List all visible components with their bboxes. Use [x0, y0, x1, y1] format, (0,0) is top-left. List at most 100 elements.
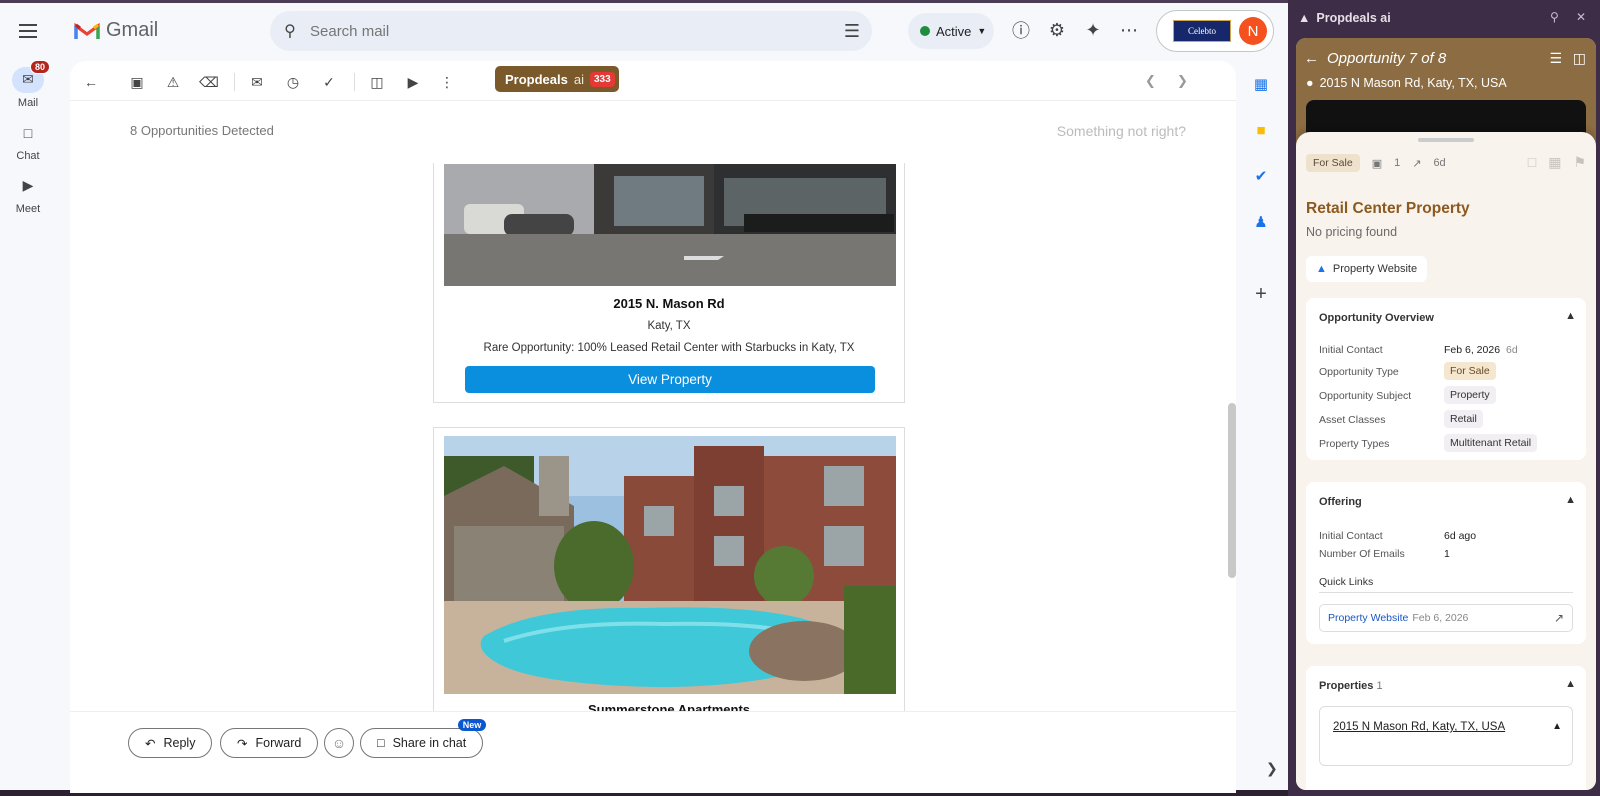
back-arrow-icon[interactable]: ←: [1304, 50, 1319, 67]
email-count: 1: [1394, 157, 1401, 169]
toolbar-divider: [234, 73, 235, 91]
propdeals-count-badge: 333: [589, 71, 615, 87]
settings-gear-icon[interactable]: ⚙: [1046, 19, 1068, 41]
opportunity-counter: Opportunity 7 of 8: [1327, 50, 1447, 67]
email-body: 2015 N. Mason Rd Katy, TX Rare Opportuni…: [70, 163, 1210, 723]
status-selector[interactable]: Active ▼: [908, 13, 994, 49]
bookmark-icon[interactable]: ⚑: [1573, 154, 1586, 171]
note-icon[interactable]: □: [1528, 154, 1536, 171]
calendar-add-icon[interactable]: ▦: [1548, 154, 1561, 171]
mark-unread-icon[interactable]: ✉: [248, 73, 266, 91]
view-property-button[interactable]: View Property: [465, 366, 875, 393]
pin-icon[interactable]: ⚲: [1550, 10, 1559, 24]
gmail-window: Gmail ⚲ ☰ Active ▼ ⓘ ⚙ ✦ ⋯ Celebto N ✉80…: [0, 0, 1288, 793]
reply-label: Reply: [163, 736, 196, 750]
chevron-down-icon: ▼: [977, 26, 987, 36]
newer-chevron-icon[interactable]: ❮: [1145, 73, 1156, 89]
chevron-up-icon[interactable]: ▲: [1565, 494, 1576, 506]
field-label: Initial Contact: [1319, 344, 1383, 356]
property-photo: [444, 164, 896, 286]
property-address-link[interactable]: 2015 N Mason Rd, Katy, TX, USA: [1333, 721, 1505, 733]
opportunity-address: ● 2015 N Mason Rd, Katy, TX, USA: [1306, 76, 1507, 90]
list-icon[interactable]: ☰: [1549, 50, 1562, 67]
panel-body: ← Opportunity 7 of 8 ☰ ◫ ● 2015 N Mason …: [1296, 38, 1596, 790]
close-icon[interactable]: ✕: [1576, 10, 1586, 24]
share-in-chat-button[interactable]: □ Share in chat New: [360, 719, 487, 758]
scrollbar-thumb[interactable]: [1228, 403, 1236, 578]
archive-icon[interactable]: ▣: [128, 73, 146, 91]
main-menu-icon[interactable]: [16, 19, 40, 43]
propdeals-panel: ▲ Propdeals ai ⚲ ✕ ← Opportunity 7 of 8 …: [1288, 0, 1600, 796]
field-label: Asset Classes: [1319, 414, 1386, 426]
account-switcher[interactable]: Celebto N: [1156, 10, 1274, 52]
keep-icon[interactable]: ■: [1250, 119, 1272, 141]
rail-item-chat[interactable]: □ Chat: [0, 114, 56, 167]
more-options-icon[interactable]: ⋮: [438, 73, 456, 91]
opportunity-address-text: 2015 N Mason Rd, Katy, TX, USA: [1319, 76, 1507, 90]
rail-label-meet: Meet: [15, 202, 41, 215]
help-icon[interactable]: ⓘ: [1010, 19, 1032, 41]
add-addon-icon[interactable]: +: [1250, 283, 1272, 305]
panel-header: ▲ Propdeals ai ⚲ ✕: [1288, 0, 1600, 36]
field-label: Property Types: [1319, 438, 1390, 450]
quick-link-row[interactable]: Property Website Feb 6, 2026 ↗: [1319, 604, 1573, 632]
apps-grid-icon[interactable]: ⋯: [1118, 19, 1140, 41]
tasks-icon[interactable]: ✔: [1250, 165, 1272, 187]
search-icon[interactable]: ⚲: [270, 21, 310, 41]
rail-label-mail: Mail: [17, 96, 39, 109]
emoji-react-button[interactable]: ☺: [324, 728, 354, 758]
back-arrow-icon[interactable]: ←: [82, 73, 100, 91]
snooze-clock-icon[interactable]: ◷: [284, 73, 302, 91]
chevron-up-icon[interactable]: ▲: [1565, 310, 1576, 322]
inbox-icon: ▣: [1371, 157, 1383, 170]
property-type-tag: Multitenant Retail: [1444, 434, 1538, 452]
sheet-actions: □ ▦ ⚑: [1528, 154, 1586, 171]
section-heading: Opportunity Overview: [1319, 312, 1434, 324]
rail-item-mail[interactable]: ✉ 80 Mail: [0, 59, 56, 114]
move-to-folder-icon[interactable]: ◫: [368, 73, 386, 91]
reply-button[interactable]: ↶ Reply: [128, 728, 213, 758]
label-tag-icon[interactable]: ▶: [404, 73, 422, 91]
sidebar-toggle-icon[interactable]: ◫: [1573, 50, 1586, 67]
chevron-up-icon[interactable]: ▲: [1552, 721, 1562, 732]
section-heading: Offering: [1319, 496, 1362, 508]
search-input[interactable]: [310, 22, 832, 40]
property-website-chip[interactable]: ▲ Property Website: [1306, 256, 1428, 282]
opportunities-bar: 8 Opportunities Detected Something not r…: [70, 101, 1236, 161]
add-task-icon[interactable]: ✓: [320, 73, 338, 91]
gemini-spark-icon[interactable]: ✦: [1082, 19, 1104, 41]
feedback-link[interactable]: Something not right?: [1057, 123, 1186, 139]
section-heading: Properties 1: [1319, 680, 1383, 692]
field-label: Opportunity Subject: [1319, 390, 1412, 402]
field-label: Opportunity Type: [1319, 366, 1399, 378]
forward-button[interactable]: ↷ Forward: [220, 728, 319, 758]
expand-chevron-icon[interactable]: ❯: [1266, 760, 1278, 777]
apartment-pool-image: [444, 436, 896, 694]
field-value: Property: [1444, 386, 1496, 404]
rail-item-meet[interactable]: ▶ Meet: [0, 167, 56, 220]
retail-building-image: [444, 164, 896, 286]
older-chevron-icon[interactable]: ❯: [1177, 73, 1188, 89]
propdeals-button[interactable]: Propdeals ai 333: [495, 66, 619, 92]
search-options-icon[interactable]: ☰: [832, 21, 872, 42]
chevron-up-icon[interactable]: ▲: [1565, 678, 1576, 690]
opportunity-stats: For Sale ▣ 1 ↗ 6d: [1306, 154, 1446, 172]
mail-icon: ✉ 80: [12, 59, 50, 93]
drag-handle[interactable]: [1418, 138, 1474, 142]
quick-link-label[interactable]: Property Website: [1328, 612, 1408, 624]
property-item[interactable]: 2015 N Mason Rd, Katy, TX, USA ▲: [1319, 706, 1573, 766]
property-name: Retail Center Property: [1306, 200, 1470, 217]
share-in-chat-label: Share in chat: [392, 736, 467, 750]
contacts-icon[interactable]: ♟: [1250, 211, 1272, 233]
field-value: Multitenant Retail: [1444, 434, 1538, 452]
calendar-icon[interactable]: ▦: [1250, 73, 1272, 95]
gmail-logo[interactable]: Gmail: [74, 19, 158, 42]
reply-bar: ↶ Reply ↷ Forward ☺ □ Share in chat New: [70, 711, 1236, 793]
report-spam-icon[interactable]: ⚠: [164, 73, 182, 91]
gmail-topbar: Gmail ⚲ ☰ Active ▼ ⓘ ⚙ ✦ ⋯ Celebto N: [0, 3, 1288, 61]
search-bar[interactable]: ⚲ ☰: [270, 11, 872, 51]
delete-trash-icon[interactable]: ⌫: [199, 73, 219, 91]
avatar[interactable]: N: [1239, 17, 1267, 45]
opportunities-detected[interactable]: 8 Opportunities Detected: [130, 123, 274, 138]
external-link-icon[interactable]: ↗: [1554, 611, 1564, 625]
